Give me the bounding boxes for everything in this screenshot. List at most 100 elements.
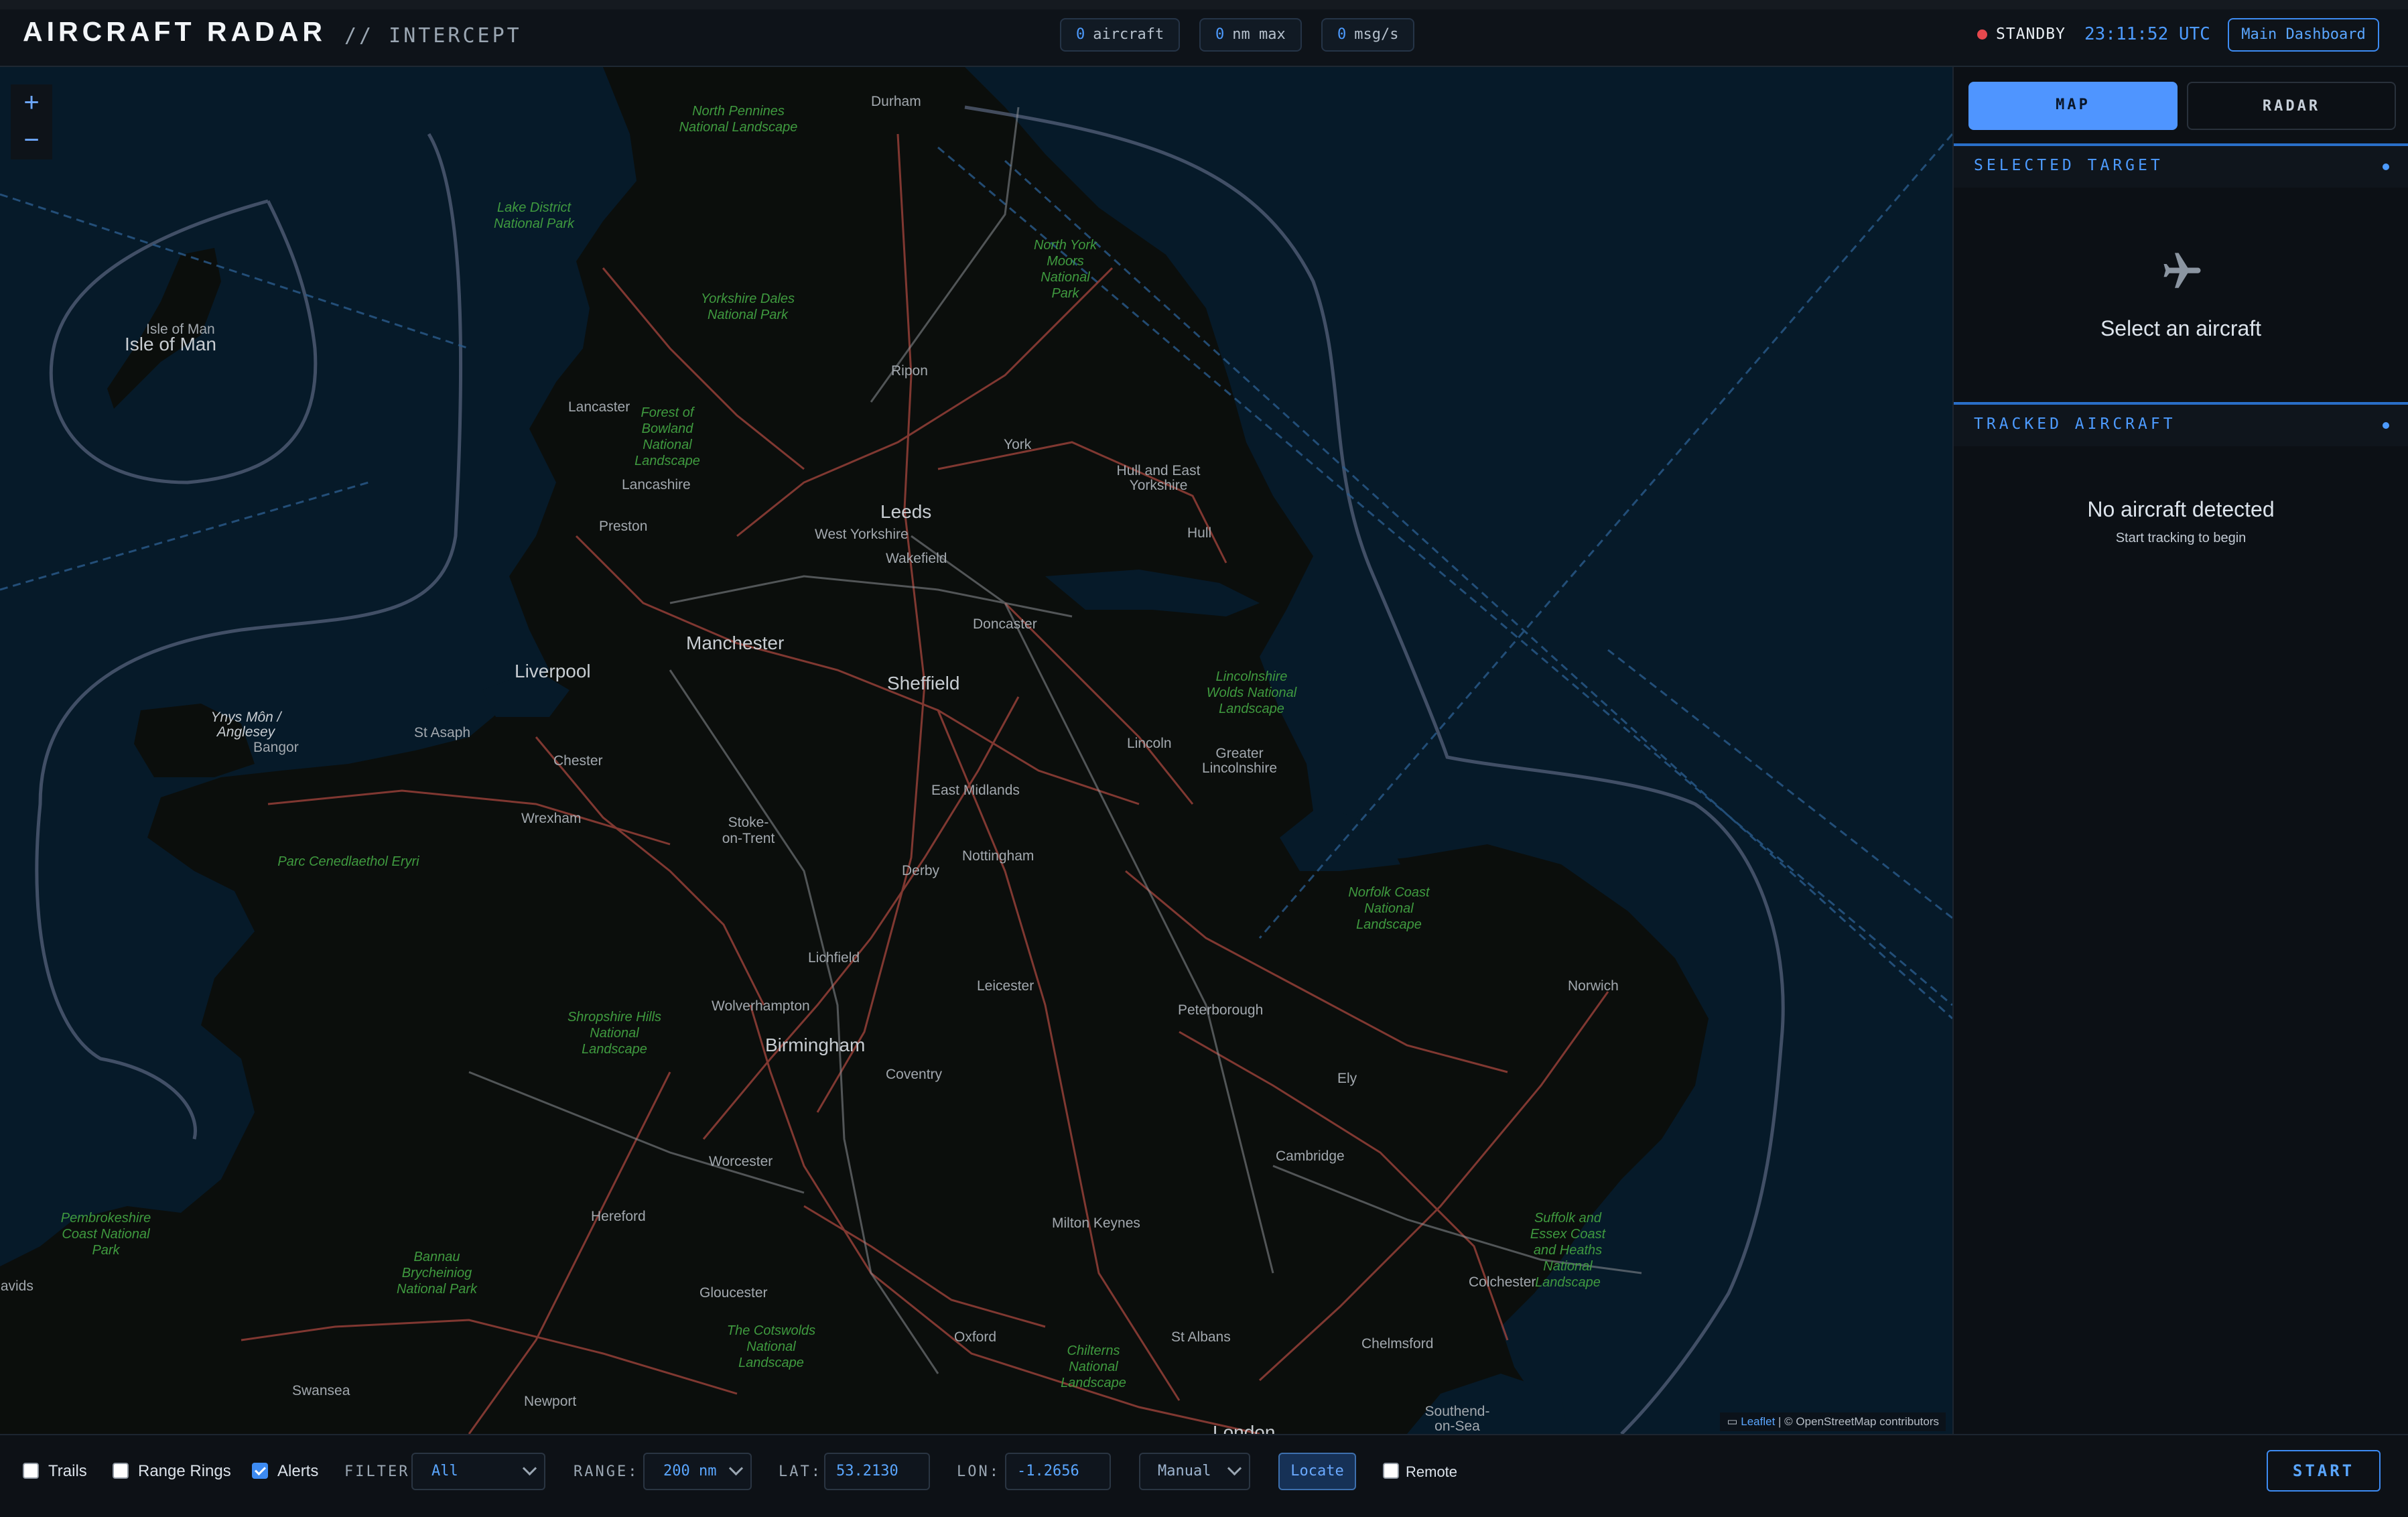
- range-label: RANGE:: [574, 1463, 639, 1480]
- side-panel: MAP RADAR SELECTED TARGET Select an airc…: [1952, 67, 2408, 1434]
- latitude-input[interactable]: 53.2130: [824, 1453, 930, 1490]
- map-label: Ripon: [891, 363, 928, 379]
- select-aircraft-prompt: Select an aircraft: [2100, 316, 2262, 340]
- trails-label: Trails: [48, 1462, 87, 1480]
- map-label: Worcester: [709, 1154, 773, 1169]
- alerts-checkbox[interactable]: [252, 1463, 268, 1479]
- map-label: Chester: [553, 753, 603, 769]
- map-label: Doncaster: [973, 616, 1037, 632]
- map-label: Durham: [871, 94, 921, 109]
- status-text: STANDBY: [1996, 25, 2066, 43]
- map-label: Wrexham: [521, 811, 582, 826]
- map-label: London: [1213, 1422, 1276, 1434]
- map-attribution: ▭ Leaflet | © OpenStreetMap contributors: [1720, 1412, 1946, 1431]
- range-select[interactable]: 200 nm: [643, 1453, 752, 1490]
- zoom-out-button[interactable]: −: [11, 122, 52, 159]
- section-status-dot-icon: [2383, 422, 2389, 429]
- map-label: Nottingham: [962, 848, 1034, 864]
- map-label: Hull: [1187, 525, 1212, 541]
- locate-button[interactable]: Locate: [1278, 1453, 1356, 1490]
- park-label: Yorkshire Dales National Park: [700, 291, 795, 322]
- map-label: Oxford: [954, 1329, 997, 1345]
- range-rings-checkbox[interactable]: [113, 1463, 129, 1479]
- zoom-in-button[interactable]: +: [11, 84, 52, 122]
- selected-target-header: SELECTED TARGET: [1954, 143, 2408, 188]
- trails-checkbox[interactable]: [23, 1463, 39, 1479]
- attribution-text: | © OpenStreetMap contributors: [1778, 1415, 1939, 1428]
- alerts-label: Alerts: [277, 1462, 319, 1480]
- map-label: Lichfield: [808, 950, 860, 966]
- location-mode-value: Manual: [1158, 1463, 1211, 1479]
- map-label: Ely: [1337, 1071, 1357, 1086]
- aircraft-count-label: aircraft: [1093, 26, 1164, 43]
- chevron-down-icon: [728, 1461, 744, 1476]
- map-label: Gloucester: [699, 1285, 768, 1301]
- aircraft-count-stat: 0 aircraft: [1060, 18, 1181, 52]
- main-dashboard-button[interactable]: Main Dashboard: [2228, 18, 2379, 52]
- park-label: Suffolk and Essex Coast and Heaths Natio…: [1530, 1211, 1606, 1290]
- remote-label: Remote: [1406, 1463, 1458, 1480]
- no-aircraft-message: No aircraft detected: [2087, 497, 2275, 521]
- message-rate-label: msg/s: [1354, 26, 1399, 43]
- tab-map[interactable]: MAP: [1968, 82, 2178, 130]
- map-label: Ynys Môn / Anglesey: [210, 710, 281, 740]
- no-aircraft-hint: Start tracking to begin: [2115, 531, 2247, 545]
- map-label: Isle of Man: [125, 334, 216, 354]
- map-label: Swansea: [292, 1383, 350, 1398]
- map-label: Birmingham: [765, 1035, 866, 1055]
- map-label: Liverpool: [515, 661, 591, 681]
- map-label: Leicester: [977, 978, 1034, 994]
- map-label: Chelmsford: [1361, 1336, 1434, 1351]
- tab-radar[interactable]: RADAR: [2187, 82, 2396, 130]
- map-label: Bangor: [253, 740, 299, 755]
- map-label: East Midlands: [931, 783, 1020, 798]
- park-label: Norfolk Coast National Landscape: [1348, 885, 1430, 932]
- filter-select[interactable]: All: [411, 1453, 545, 1490]
- max-range-value: 0: [1215, 26, 1225, 43]
- latitude-label: LAT:: [779, 1463, 822, 1480]
- map-label: Greater Lincolnshire: [1201, 746, 1278, 776]
- section-status-dot-icon: [2383, 163, 2389, 170]
- map-label: Manchester: [686, 633, 785, 653]
- map-label: Wakefield: [886, 551, 947, 566]
- park-label: Lake District National Park: [493, 200, 575, 231]
- map-label: Colchester: [1469, 1274, 1536, 1290]
- map-label: Wolverhampton: [712, 998, 810, 1014]
- map-label: Coventry: [886, 1067, 943, 1082]
- filter-label: FILTER:: [344, 1463, 421, 1480]
- map-label: Preston: [599, 519, 648, 534]
- filter-value: All: [431, 1463, 458, 1479]
- remote-checkbox[interactable]: [1383, 1463, 1399, 1479]
- range-rings-label: Range Rings: [138, 1462, 231, 1480]
- park-label: Parc Cenedlaethol Eryri: [277, 854, 419, 869]
- park-label: Bannau Brycheiniog National Park: [396, 1250, 478, 1297]
- map-label: St Asaph: [414, 725, 471, 740]
- map-label: St Albans: [1171, 1329, 1231, 1345]
- park-label: North York Moors National Park: [1033, 238, 1097, 301]
- chevron-down-icon: [522, 1461, 537, 1476]
- map-label: Sheffield: [887, 673, 960, 694]
- map-label: Leeds: [880, 501, 932, 522]
- park-label: Shropshire Hills National Landscape: [567, 1010, 662, 1057]
- header-top-strip: [0, 0, 2408, 9]
- tracked-aircraft-header: TRACKED AIRCRAFT: [1954, 402, 2408, 446]
- location-mode-select[interactable]: Manual: [1139, 1453, 1250, 1490]
- start-button[interactable]: START: [2267, 1450, 2381, 1492]
- app-title: AIRCRAFT RADAR: [23, 16, 326, 47]
- status-indicator-icon: [1977, 29, 1987, 40]
- map-label: West Yorkshire: [815, 527, 909, 542]
- park-label: Forest of Bowland National Landscape: [634, 405, 700, 468]
- map-label: Lincoln: [1127, 736, 1172, 751]
- map-label: Newport: [524, 1394, 577, 1409]
- map-label: Stoke-on-Trent: [722, 815, 775, 846]
- map-label: Hereford: [591, 1209, 646, 1224]
- map-view[interactable]: + − Durham Isle of Man Isle of Man Ripon…: [0, 67, 1952, 1434]
- airplane-icon: [2163, 253, 2201, 288]
- longitude-input[interactable]: -1.2656: [1005, 1453, 1111, 1490]
- range-value: 200 nm: [663, 1463, 717, 1479]
- top-header: AIRCRAFT RADAR // INTERCEPT 0 aircraft 0n…: [0, 0, 2408, 67]
- map-label: York: [1004, 437, 1032, 452]
- park-label: North Pennines National Landscape: [679, 104, 798, 135]
- map-label: Southend-on-Sea: [1424, 1404, 1490, 1434]
- leaflet-link[interactable]: Leaflet: [1741, 1415, 1775, 1428]
